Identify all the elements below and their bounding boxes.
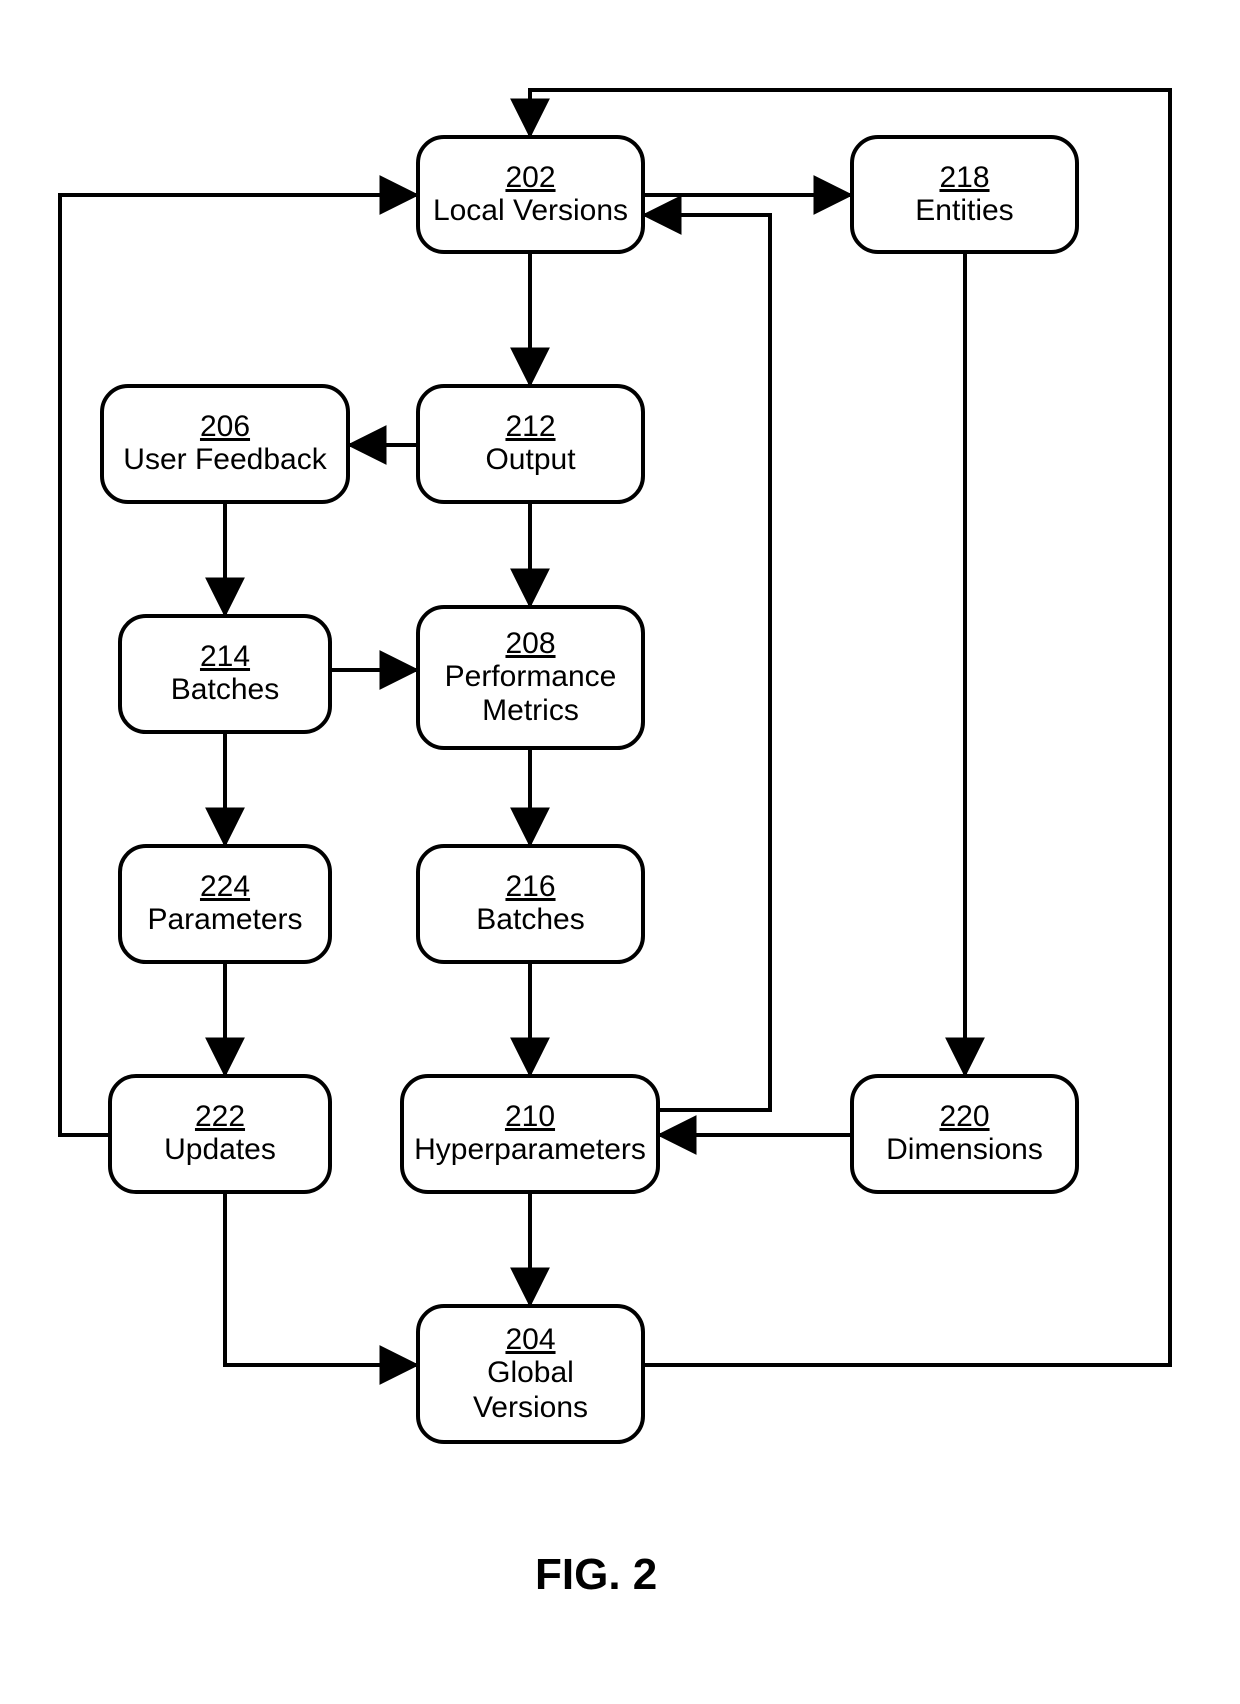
node-label: Batches	[476, 903, 584, 938]
node-label: Output	[485, 443, 575, 478]
node-label: Batches	[171, 673, 279, 708]
node-dimensions: 220 Dimensions	[850, 1074, 1079, 1194]
node-number: 204	[505, 1323, 555, 1356]
node-batches-left: 214 Batches	[118, 614, 332, 734]
node-label: GlobalVersions	[473, 1356, 588, 1425]
node-label: User Feedback	[123, 443, 326, 478]
node-label: Local Versions	[433, 194, 628, 229]
node-user-feedback: 206 User Feedback	[100, 384, 350, 504]
figure-caption: FIG. 2	[535, 1550, 657, 1600]
node-hyperparameters: 210 Hyperparameters	[400, 1074, 660, 1194]
node-entities: 218 Entities	[850, 135, 1079, 254]
node-number: 210	[505, 1100, 555, 1133]
node-updates: 222 Updates	[108, 1074, 332, 1194]
node-number: 216	[505, 870, 555, 903]
diagram-canvas: 202 Local Versions 218 Entities 206 User…	[0, 0, 1240, 1704]
node-label: Dimensions	[886, 1133, 1043, 1168]
node-number: 224	[200, 870, 250, 903]
node-number: 202	[505, 161, 555, 194]
node-number: 208	[505, 627, 555, 660]
node-global-versions: 204 GlobalVersions	[416, 1304, 645, 1444]
node-label: Parameters	[147, 903, 302, 938]
node-label: Entities	[915, 194, 1013, 229]
node-batches-mid: 216 Batches	[416, 844, 645, 964]
node-label: Updates	[164, 1133, 276, 1168]
node-label: PerformanceMetrics	[445, 660, 617, 729]
node-number: 222	[195, 1100, 245, 1133]
node-number: 212	[505, 410, 555, 443]
node-label: Hyperparameters	[414, 1133, 646, 1168]
node-number: 220	[939, 1100, 989, 1133]
node-local-versions: 202 Local Versions	[416, 135, 645, 254]
node-output: 212 Output	[416, 384, 645, 504]
node-performance-metrics: 208 PerformanceMetrics	[416, 605, 645, 750]
node-parameters: 224 Parameters	[118, 844, 332, 964]
node-number: 206	[200, 410, 250, 443]
node-number: 214	[200, 640, 250, 673]
node-number: 218	[939, 161, 989, 194]
